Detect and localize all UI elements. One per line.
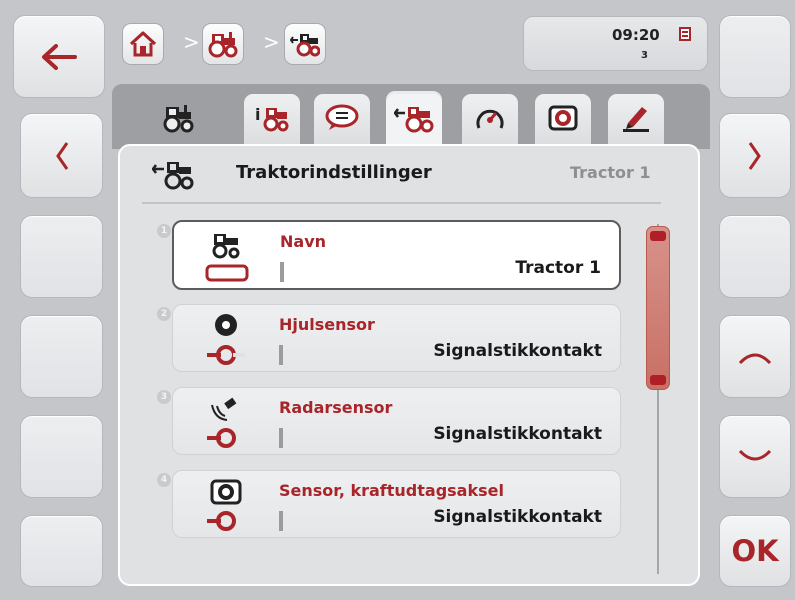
previous-button[interactable] xyxy=(20,113,103,198)
right-softkey-3[interactable] xyxy=(719,215,791,298)
home-icon xyxy=(129,31,157,57)
next-button[interactable] xyxy=(719,113,791,198)
tractor-settings-icon xyxy=(394,107,434,133)
scroll-up-button[interactable] xyxy=(719,315,791,398)
tab-edit[interactable] xyxy=(608,94,664,150)
tractor-settings-icon xyxy=(152,162,194,190)
breadcrumb-separator: > xyxy=(183,30,200,54)
status-box: 09:20 3 xyxy=(523,16,708,71)
tractor-icon xyxy=(163,105,194,133)
tab-gauge[interactable] xyxy=(462,94,518,150)
row-label: Hjulsensor xyxy=(279,315,375,334)
page-subtitle: Tractor 1 xyxy=(570,163,651,182)
tractor-info-icon: i xyxy=(255,105,289,132)
value-marker xyxy=(279,511,283,531)
breadcrumb-separator: > xyxy=(263,30,280,54)
tab-tractor[interactable] xyxy=(150,94,206,150)
left-softkey-5[interactable] xyxy=(20,415,103,498)
value-marker xyxy=(279,428,283,448)
chevron-down-icon xyxy=(738,449,772,460)
chevron-left-icon xyxy=(55,141,68,170)
scroll-cap-bottom xyxy=(650,375,666,385)
pto-sensor-icon xyxy=(548,105,578,131)
left-softkey-4[interactable] xyxy=(20,315,103,398)
row-number: 4 xyxy=(157,473,171,487)
tab-tractor-info[interactable]: i xyxy=(244,94,300,150)
pencil-icon xyxy=(623,107,649,132)
value-marker xyxy=(280,262,284,282)
row-label: Radarsensor xyxy=(279,398,393,417)
row-value: Signalstikkontakt xyxy=(433,507,602,527)
status-counter: 3 xyxy=(641,50,648,61)
left-softkey-6[interactable] xyxy=(20,515,103,587)
list-item-hjulsensor[interactable]: Hjulsensor Signalstikkontakt xyxy=(172,304,621,372)
page-title: Traktorindstillinger xyxy=(236,162,432,183)
wheel-sensor-icon xyxy=(207,314,245,365)
right-softkey-1[interactable] xyxy=(719,15,791,98)
document-icon xyxy=(679,27,691,41)
scroll-cap-top xyxy=(650,231,666,241)
chevron-right-icon xyxy=(748,141,761,170)
arrow-left-icon xyxy=(42,43,77,70)
list-item-radarsensor[interactable]: Radarsensor Signalstikkontakt xyxy=(172,387,621,455)
breadcrumb-tractor[interactable] xyxy=(202,23,244,65)
gauge-icon xyxy=(476,109,504,129)
row-number: 2 xyxy=(157,307,171,321)
breadcrumb-home[interactable] xyxy=(122,23,164,65)
row-value: Signalstikkontakt xyxy=(433,424,602,444)
row-value: Signalstikkontakt xyxy=(433,341,602,361)
scroll-down-button[interactable] xyxy=(719,415,791,498)
list-item-pto-sensor[interactable]: Sensor, kraftudtagsaksel Signalstikkonta… xyxy=(172,470,621,538)
radar-sensor-icon xyxy=(207,397,237,448)
tab-messages[interactable] xyxy=(314,94,370,150)
clock-time: 09:20 xyxy=(612,26,660,44)
row-label: Sensor, kraftudtagsaksel xyxy=(279,481,504,500)
value-marker xyxy=(279,345,283,365)
row-value: Tractor 1 xyxy=(515,258,601,278)
back-button[interactable] xyxy=(13,15,105,98)
message-icon xyxy=(325,104,359,130)
row-label: Navn xyxy=(280,232,327,251)
list-item-navn[interactable]: Navn Tractor 1 xyxy=(172,220,621,290)
row-number: 1 xyxy=(157,224,171,238)
ok-label: OK xyxy=(731,534,779,568)
svg-text:i: i xyxy=(255,105,260,124)
tractor-name-icon xyxy=(205,234,249,282)
scrollbar-thumb[interactable] xyxy=(646,226,670,390)
breadcrumb-tractor-settings[interactable] xyxy=(284,23,326,65)
left-softkey-3[interactable] xyxy=(20,215,103,298)
tractor-icon xyxy=(208,32,238,58)
pto-sensor-icon xyxy=(207,479,242,531)
chevron-up-icon xyxy=(738,353,772,364)
tab-pto-sensor[interactable] xyxy=(535,94,591,150)
row-number: 3 xyxy=(157,390,171,404)
divider xyxy=(142,202,661,204)
tractor-settings-icon xyxy=(290,34,320,57)
ok-button[interactable]: OK xyxy=(719,515,791,587)
